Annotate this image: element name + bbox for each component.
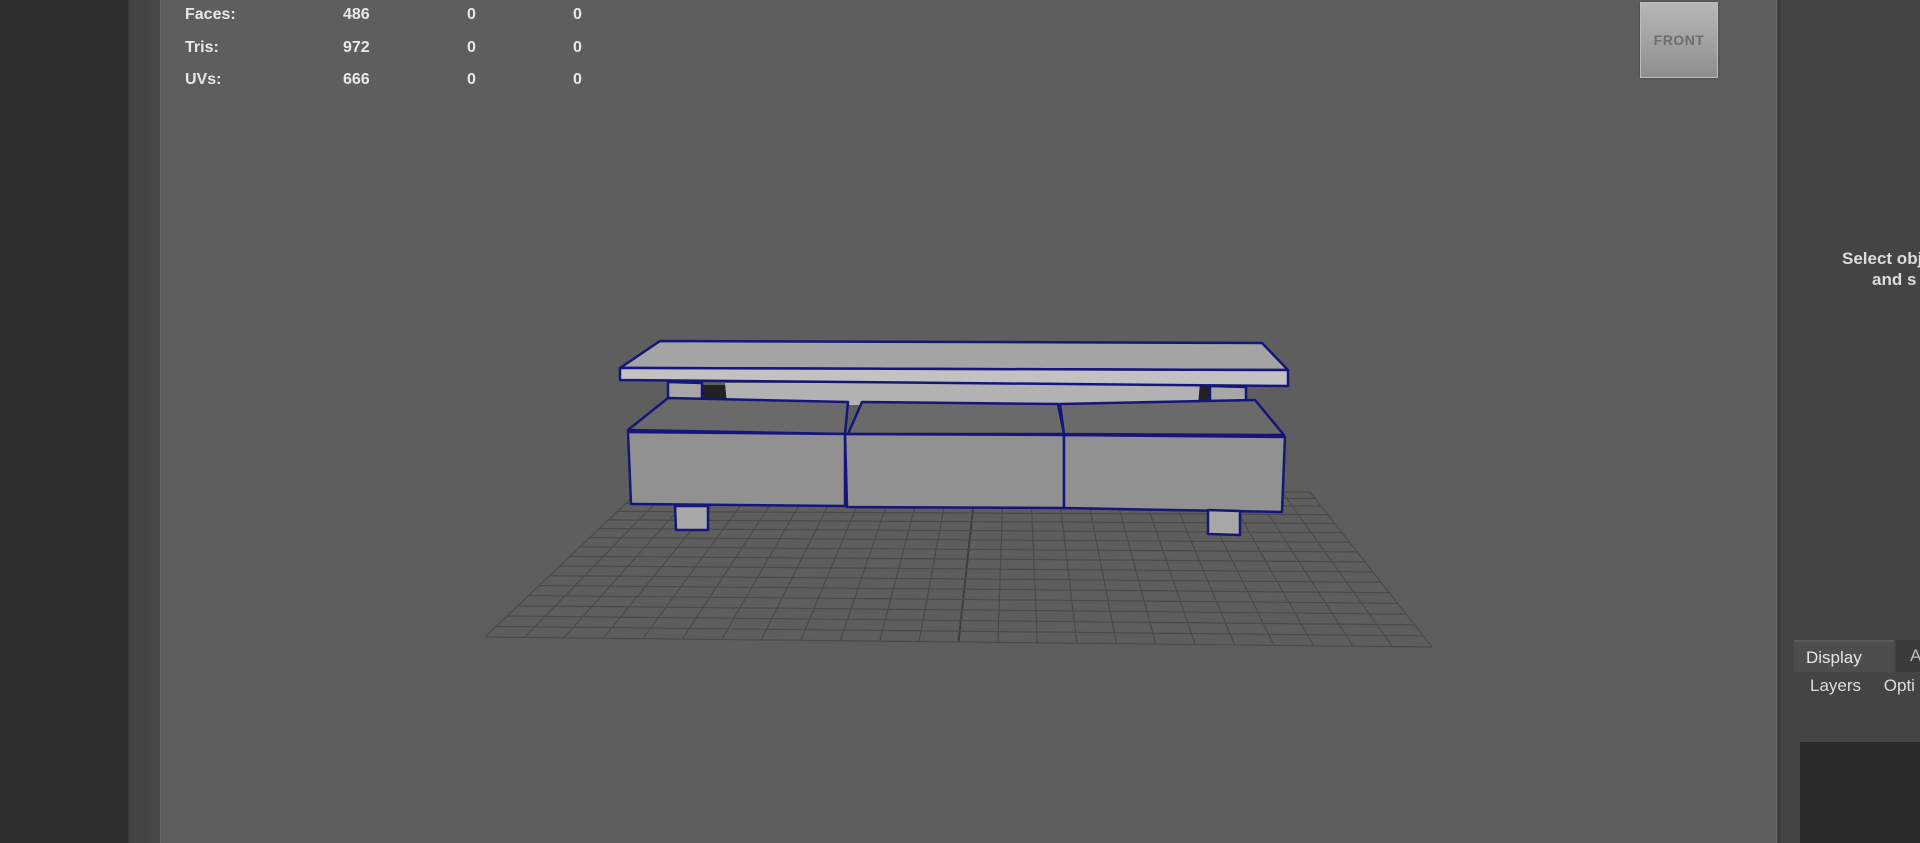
grid-line (760, 490, 836, 641)
selection-message-line1: Select obj (1842, 249, 1920, 268)
mesh-drawer-top (626, 396, 850, 436)
menu-options[interactable]: Opti (1884, 676, 1915, 695)
tab-anim[interactable]: A (1896, 640, 1920, 672)
mesh-top-face (618, 339, 1290, 372)
selection-message: Select obj and s (1842, 248, 1920, 290)
layer-editor-menu: Layers Opti (1810, 676, 1920, 696)
mesh-top-edge (618, 366, 1290, 388)
tab-display[interactable]: Display (1794, 640, 1894, 672)
layer-editor-tabs: Display A (1794, 640, 1920, 672)
grid-line (800, 490, 864, 641)
menu-layers[interactable]: Layers (1810, 676, 1861, 695)
viewport-scene[interactable] (0, 0, 1920, 843)
grid-line (879, 490, 920, 642)
grid-line (918, 490, 948, 642)
mesh-drawer-front-middle (843, 432, 1066, 510)
right-side-panel: Select obj and s Display A Layers Opti (1778, 0, 1920, 843)
ground-grid (484, 489, 1433, 648)
grid-line (957, 490, 976, 643)
grid-line (524, 489, 669, 638)
mesh-drawer-front-right (1062, 433, 1287, 514)
layer-list[interactable] (1800, 742, 1920, 843)
mesh-drawer-front-left (626, 430, 847, 508)
grid-line (1030, 491, 1039, 643)
grid-line (997, 491, 1004, 643)
grid-line (839, 490, 892, 641)
selection-message-line2: and s (1872, 270, 1917, 289)
grid-line (484, 489, 641, 638)
mesh-leg-bottom-right (1206, 508, 1242, 537)
tv-stand-mesh[interactable] (618, 339, 1290, 537)
mesh-drawer-top (1058, 398, 1286, 437)
mesh-leg-bottom-left (673, 504, 710, 532)
mesh-drawer-top (846, 400, 1066, 436)
